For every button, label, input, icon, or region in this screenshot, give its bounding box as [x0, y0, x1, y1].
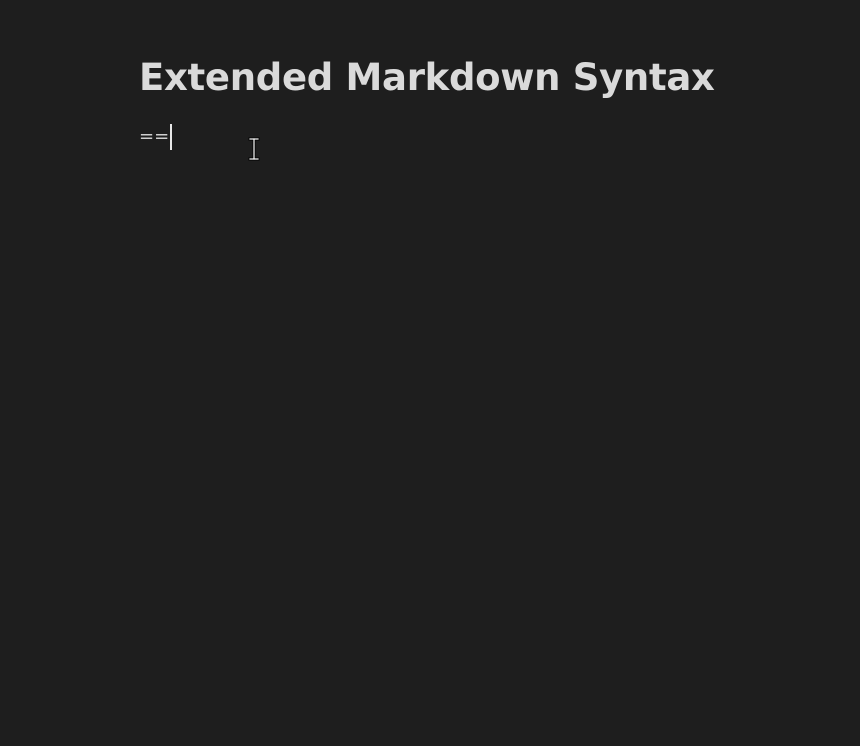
- document-heading[interactable]: Extended Markdown Syntax: [139, 52, 819, 104]
- text-cursor-ibeam-icon: [248, 137, 260, 161]
- text-caret: [170, 124, 172, 150]
- line-text[interactable]: ==: [139, 126, 169, 147]
- document-content[interactable]: Extended Markdown Syntax ==: [139, 52, 819, 150]
- editor-pane[interactable]: Extended Markdown Syntax ==: [0, 0, 860, 746]
- editor-line[interactable]: ==: [139, 124, 819, 150]
